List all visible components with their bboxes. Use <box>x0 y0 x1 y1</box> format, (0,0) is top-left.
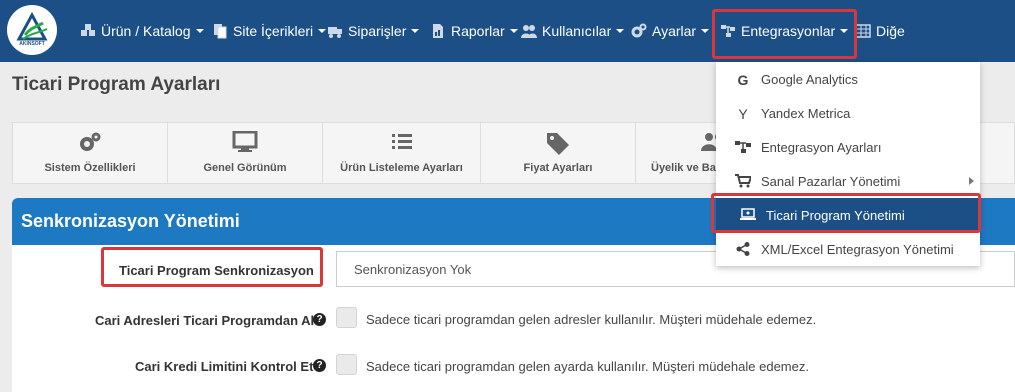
grid-icon <box>855 24 871 38</box>
tab-fiyat-ayarlari[interactable]: Fiyat Ayarları <box>481 123 636 183</box>
logo-text: AKINSOFT <box>19 41 45 47</box>
sitemap-icon <box>735 141 751 153</box>
nav-item-label: Raporlar <box>451 23 505 39</box>
sync-type-value: Senkronizasyon Yok <box>354 262 472 277</box>
kredi-limit-checkbox[interactable] <box>336 354 357 375</box>
tab-label: Fiyat Ayarları <box>523 162 593 174</box>
nav-item-urun-katalog[interactable]: Ürün / Katalog <box>80 20 204 42</box>
tag-icon <box>547 133 569 155</box>
nav-item-label: Site İçerikleri <box>233 23 314 39</box>
menu-item-xml-excel[interactable]: XML/Excel Entegrasyon Yönetimi <box>716 232 980 266</box>
menu-item-entegrasyon-ayarlari[interactable]: Entegrasyon Ayarları <box>716 130 980 164</box>
menu-item-google-analytics[interactable]: G Google Analytics <box>716 62 980 96</box>
gears-icon <box>80 132 101 151</box>
nav-item-label: Siparişler <box>348 23 407 39</box>
brand-logo[interactable]: AKINSOFT <box>7 5 57 55</box>
cari-adresleri-checkbox[interactable] <box>336 307 357 328</box>
copy-icon <box>214 24 227 39</box>
menu-item-label: Entegrasyon Ayarları <box>761 140 882 155</box>
highlight-frame <box>712 9 857 59</box>
highlight-frame <box>101 247 323 287</box>
help-icon[interactable]: ? <box>313 313 326 326</box>
yandex-icon: Y <box>738 106 748 122</box>
top-navbar: AKINSOFT Ürün / Katalog Site İçerikleri … <box>0 0 1015 62</box>
monitor-icon <box>232 131 258 152</box>
menu-item-label: XML/Excel Entegrasyon Yönetimi <box>761 242 954 257</box>
tab-urun-listeleme-ayarlari[interactable]: Ürün Listeleme Ayarları <box>323 123 481 183</box>
google-icon: G <box>737 72 749 88</box>
tab-label: Genel Görünüm <box>203 162 287 174</box>
chevron-down-icon <box>616 29 625 33</box>
nav-item-ayarlar[interactable]: Ayarlar <box>631 20 710 42</box>
kredi-limit-description: Sadece ticari programdan gelen ayarda ku… <box>366 359 809 374</box>
nav-item-label: Ayarlar <box>652 23 697 39</box>
kredi-limit-label: Cari Kredi Limitini Kontrol Et <box>135 359 314 374</box>
logo-icon <box>16 11 48 41</box>
nav-item-site-icerikleri[interactable]: Site İçerikleri <box>212 20 327 42</box>
cari-adresleri-description: Sadece ticari programdan gelen adresler … <box>366 312 817 327</box>
tab-genel-gorunum[interactable]: Genel Görünüm <box>168 123 323 183</box>
nav-item-siparisler[interactable]: Siparişler <box>327 20 420 42</box>
chevron-down-icon <box>318 29 327 33</box>
chevron-down-icon <box>411 29 420 33</box>
users-icon <box>521 25 537 38</box>
nav-item-label: Diğe <box>876 23 905 39</box>
nav-item-kullanicilar[interactable]: Kullanıcılar <box>521 20 625 42</box>
nav-item-label: Kullanıcılar <box>542 23 612 39</box>
truck-icon <box>328 27 342 38</box>
nav-item-raporlar[interactable]: Raporlar <box>430 20 518 42</box>
chevron-right-icon <box>969 177 974 185</box>
nav-item-diger[interactable]: Diğe <box>855 20 905 42</box>
help-icon[interactable]: ? <box>313 359 326 372</box>
menu-item-label: Sanal Pazarlar Yönetimi <box>761 174 901 189</box>
tab-sistem-ozellikleri[interactable]: Sistem Özellikleri <box>13 123 168 183</box>
tab-label: Ürün Listeleme Ayarları <box>340 162 463 174</box>
chevron-down-icon <box>701 29 710 33</box>
gears-icon <box>631 23 647 38</box>
cart-icon <box>735 174 751 188</box>
nav-item-label: Ürün / Katalog <box>101 23 191 39</box>
sync-panel-title: Senkronizasyon Yönetimi <box>21 211 240 231</box>
menu-item-yandex-metrica[interactable]: Y Yandex Metrica <box>716 96 980 130</box>
list-icon <box>391 134 412 149</box>
menu-item-label: Google Analytics <box>761 72 858 87</box>
tab-label: Sistem Özellikleri <box>44 162 136 174</box>
integrations-dropdown: G Google Analytics Y Yandex Metrica Ente… <box>716 62 980 266</box>
page-title: Ticari Program Ayarları <box>12 74 221 95</box>
cubes-icon <box>81 24 95 36</box>
report-icon <box>433 24 443 38</box>
chevron-down-icon <box>195 29 204 33</box>
chevron-down-icon <box>509 29 518 33</box>
menu-item-label: Yandex Metrica <box>761 106 851 121</box>
share-icon <box>736 242 750 256</box>
highlight-frame <box>711 193 981 233</box>
cari-adresleri-label: Cari Adresleri Ticari Programdan Al <box>95 313 315 328</box>
